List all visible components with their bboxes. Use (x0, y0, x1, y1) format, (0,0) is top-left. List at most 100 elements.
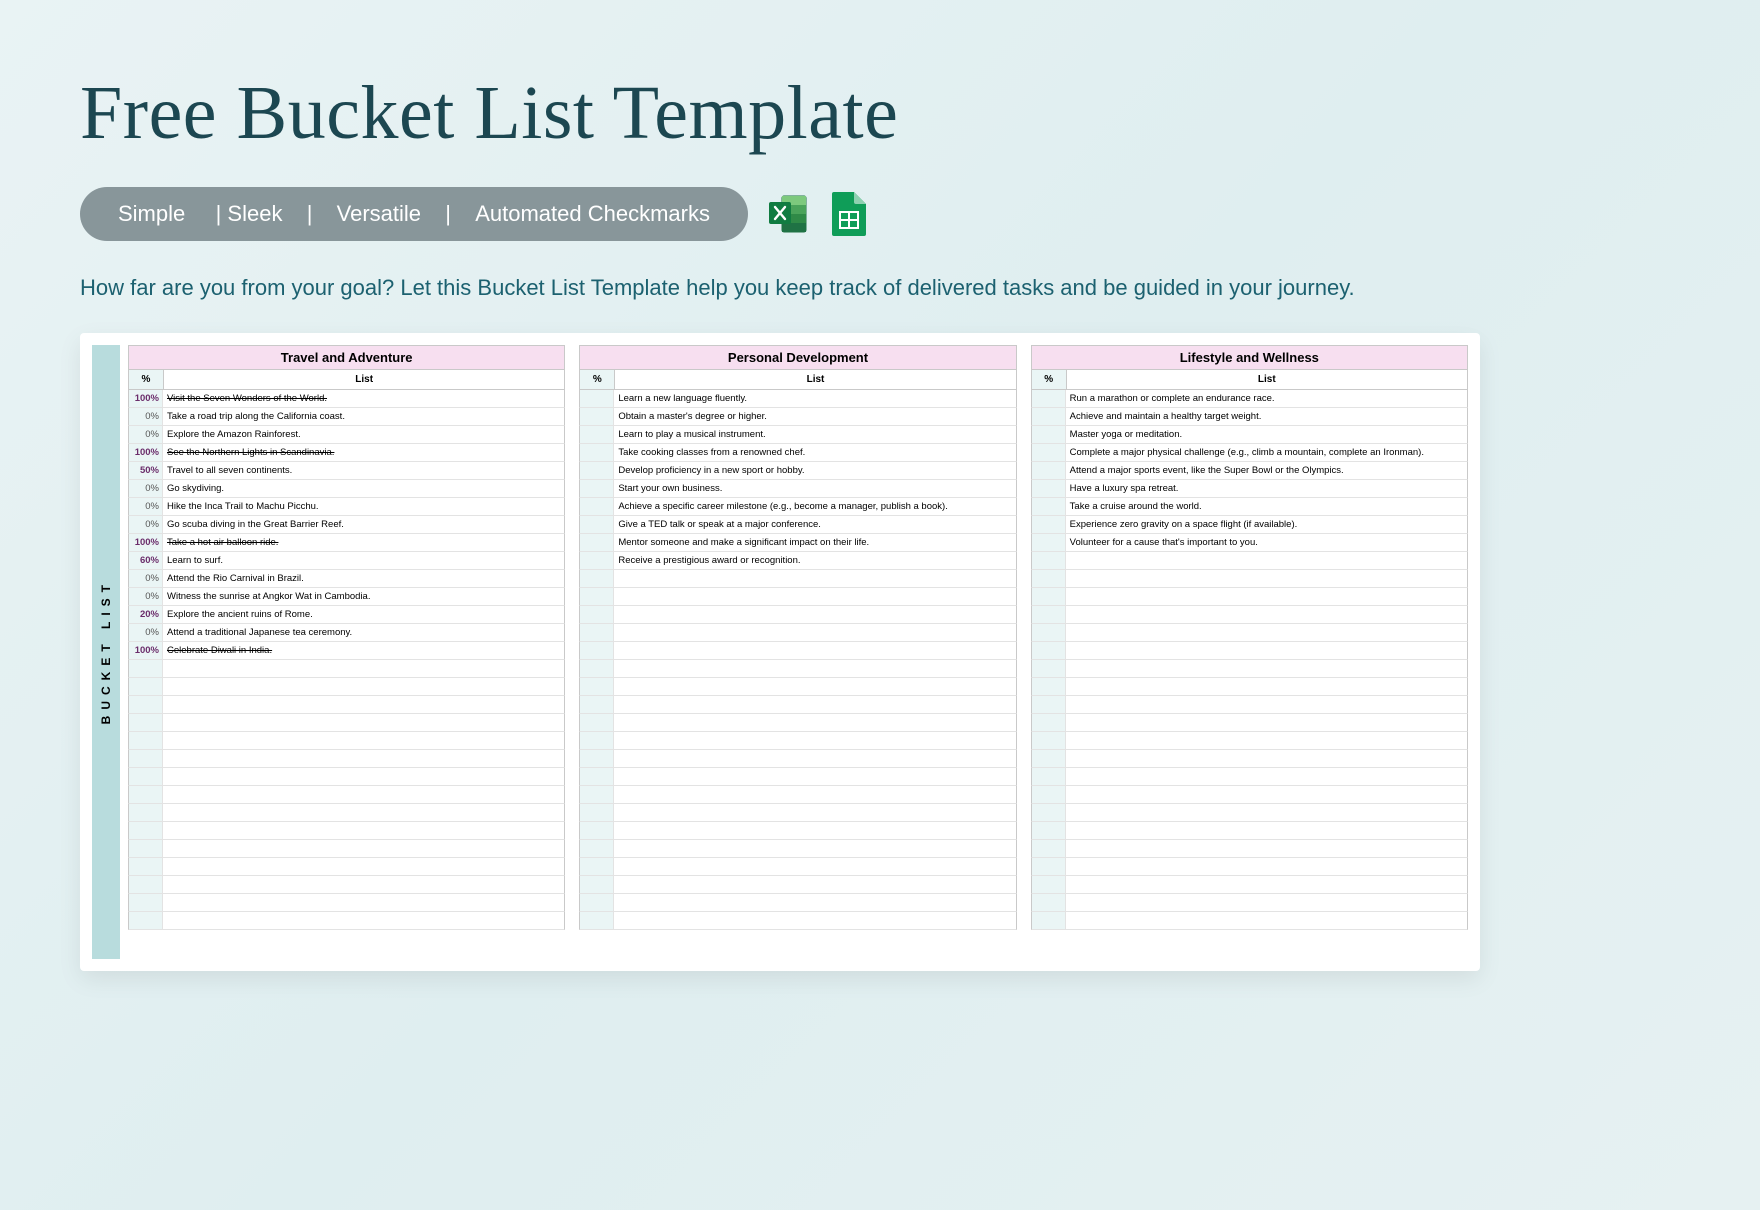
row-text[interactable] (614, 714, 1015, 731)
row-text[interactable]: Take a hot air balloon ride. (163, 534, 564, 551)
list-row[interactable] (128, 768, 565, 786)
row-text[interactable] (614, 858, 1015, 875)
list-row[interactable]: Attend a major sports event, like the Su… (1031, 462, 1468, 480)
row-percent[interactable] (580, 390, 614, 407)
list-row[interactable]: Receive a prestigious award or recogniti… (579, 552, 1016, 570)
list-row[interactable] (1031, 732, 1468, 750)
row-text[interactable] (1066, 570, 1467, 587)
row-text[interactable] (1066, 876, 1467, 893)
row-text[interactable] (163, 714, 564, 731)
list-row[interactable] (579, 660, 1016, 678)
row-percent[interactable] (580, 570, 614, 587)
list-row[interactable]: 0%Witness the sunrise at Angkor Wat in C… (128, 588, 565, 606)
row-percent[interactable]: 100% (129, 642, 163, 659)
row-percent[interactable] (1032, 786, 1066, 803)
list-row[interactable] (579, 732, 1016, 750)
row-text[interactable]: Witness the sunrise at Angkor Wat in Cam… (163, 588, 564, 605)
row-text[interactable]: Learn to play a musical instrument. (614, 426, 1015, 443)
row-text[interactable] (614, 588, 1015, 605)
list-row[interactable] (579, 858, 1016, 876)
row-text[interactable] (614, 732, 1015, 749)
list-row[interactable] (1031, 660, 1468, 678)
list-row[interactable] (1031, 552, 1468, 570)
row-percent[interactable]: 0% (129, 408, 163, 425)
row-percent[interactable] (129, 696, 163, 713)
list-row[interactable] (1031, 696, 1468, 714)
list-row[interactable]: Mentor someone and make a significant im… (579, 534, 1016, 552)
row-text[interactable]: Have a luxury spa retreat. (1066, 480, 1467, 497)
row-percent[interactable] (1032, 678, 1066, 695)
row-text[interactable]: Attend a major sports event, like the Su… (1066, 462, 1467, 479)
list-row[interactable] (128, 732, 565, 750)
row-percent[interactable] (129, 660, 163, 677)
list-row[interactable] (1031, 624, 1468, 642)
row-percent[interactable] (1032, 624, 1066, 641)
row-percent[interactable] (580, 552, 614, 569)
row-text[interactable] (614, 624, 1015, 641)
list-row[interactable] (1031, 858, 1468, 876)
row-percent[interactable] (129, 768, 163, 785)
row-percent[interactable] (129, 858, 163, 875)
row-percent[interactable]: 0% (129, 498, 163, 515)
row-percent[interactable] (580, 894, 614, 911)
row-percent[interactable] (1032, 768, 1066, 785)
row-text[interactable] (1066, 804, 1467, 821)
row-text[interactable] (163, 750, 564, 767)
row-text[interactable] (1066, 768, 1467, 785)
row-text[interactable]: Receive a prestigious award or recogniti… (614, 552, 1015, 569)
list-row[interactable] (579, 822, 1016, 840)
list-row[interactable]: Achieve and maintain a healthy target we… (1031, 408, 1468, 426)
row-percent[interactable] (129, 912, 163, 929)
row-text[interactable]: Take a cruise around the world. (1066, 498, 1467, 515)
row-percent[interactable]: 0% (129, 480, 163, 497)
row-percent[interactable] (1032, 912, 1066, 929)
row-percent[interactable] (580, 822, 614, 839)
list-row[interactable] (1031, 678, 1468, 696)
list-row[interactable] (579, 894, 1016, 912)
row-text[interactable] (1066, 678, 1467, 695)
row-percent[interactable] (580, 750, 614, 767)
row-text[interactable] (1066, 624, 1467, 641)
row-percent[interactable] (580, 408, 614, 425)
row-text[interactable] (1066, 552, 1467, 569)
row-text[interactable]: Mentor someone and make a significant im… (614, 534, 1015, 551)
row-text[interactable]: Obtain a master's degree or higher. (614, 408, 1015, 425)
row-text[interactable] (163, 660, 564, 677)
list-row[interactable]: Take a cruise around the world. (1031, 498, 1468, 516)
row-text[interactable] (614, 660, 1015, 677)
row-text[interactable] (163, 912, 564, 929)
row-text[interactable] (1066, 588, 1467, 605)
row-percent[interactable] (129, 750, 163, 767)
row-text[interactable] (1066, 786, 1467, 803)
row-percent[interactable]: 50% (129, 462, 163, 479)
list-row[interactable] (1031, 840, 1468, 858)
row-text[interactable]: Celebrate Diwali in India. (163, 642, 564, 659)
row-text[interactable] (614, 804, 1015, 821)
row-text[interactable] (163, 786, 564, 803)
list-row[interactable]: Have a luxury spa retreat. (1031, 480, 1468, 498)
row-percent[interactable] (1032, 642, 1066, 659)
row-text[interactable]: Attend the Rio Carnival in Brazil. (163, 570, 564, 587)
list-row[interactable]: 0%Attend the Rio Carnival in Brazil. (128, 570, 565, 588)
list-row[interactable] (579, 840, 1016, 858)
row-text[interactable] (1066, 660, 1467, 677)
list-row[interactable] (579, 642, 1016, 660)
row-percent[interactable] (580, 912, 614, 929)
row-text[interactable]: Give a TED talk or speak at a major conf… (614, 516, 1015, 533)
row-text[interactable] (1066, 894, 1467, 911)
row-percent[interactable] (1032, 840, 1066, 857)
row-percent[interactable] (1032, 606, 1066, 623)
list-row[interactable]: 100%See the Northern Lights in Scandinav… (128, 444, 565, 462)
row-percent[interactable]: 20% (129, 606, 163, 623)
list-row[interactable] (128, 696, 565, 714)
list-row[interactable]: Learn to play a musical instrument. (579, 426, 1016, 444)
list-row[interactable] (128, 912, 565, 930)
row-text[interactable]: Travel to all seven continents. (163, 462, 564, 479)
list-row[interactable]: 100%Visit the Seven Wonders of the World… (128, 390, 565, 408)
row-percent[interactable] (580, 660, 614, 677)
list-row[interactable] (579, 570, 1016, 588)
list-row[interactable] (128, 678, 565, 696)
list-row[interactable] (579, 804, 1016, 822)
row-text[interactable] (1066, 606, 1467, 623)
row-percent[interactable] (580, 444, 614, 461)
